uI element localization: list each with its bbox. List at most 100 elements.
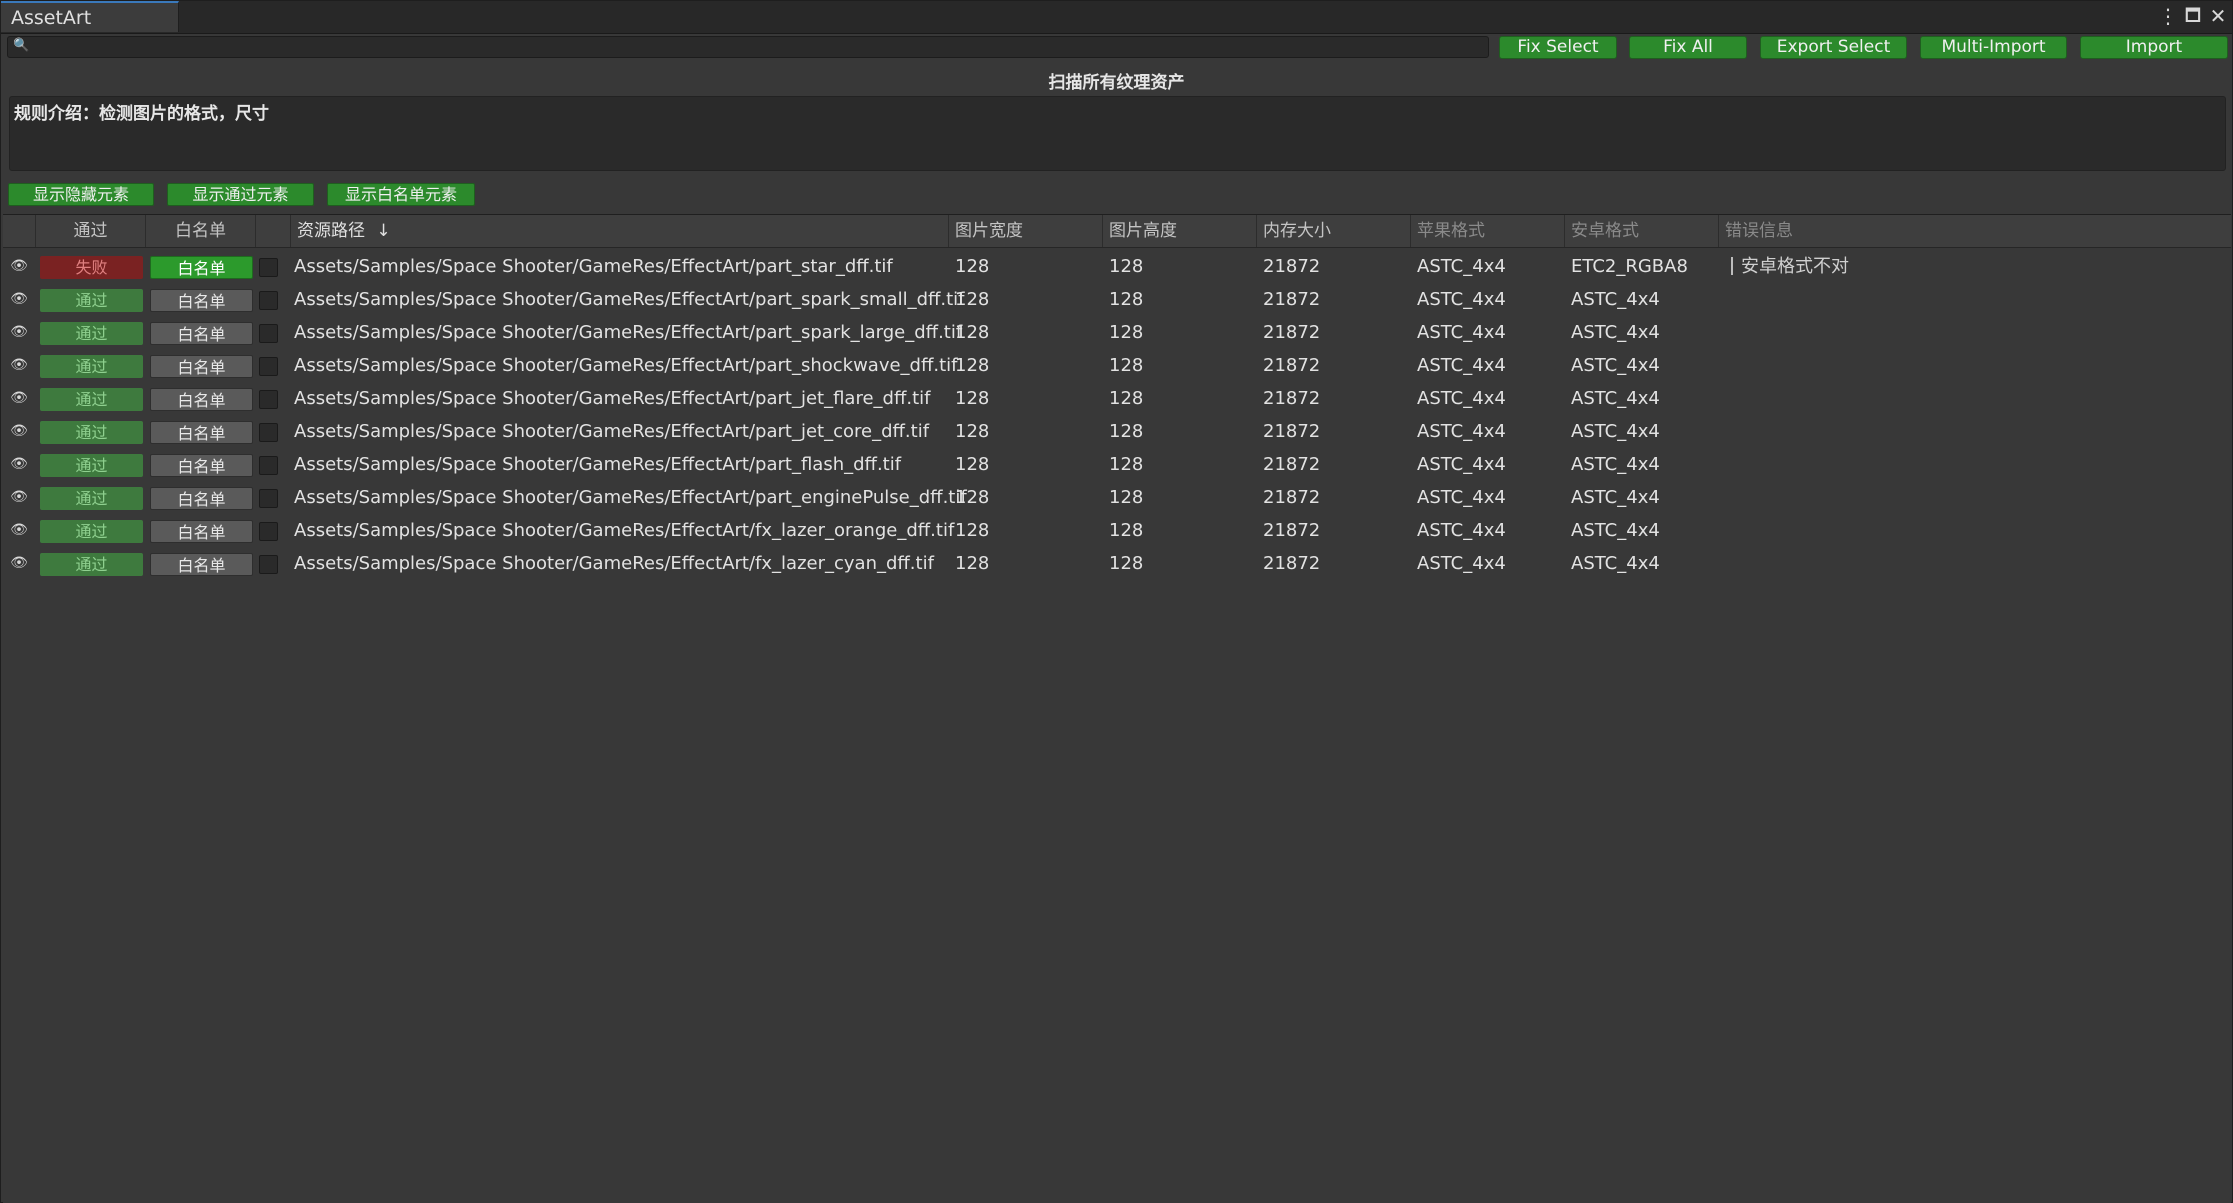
ios-format: ASTC_4x4 [1417, 256, 1506, 277]
image-width: 128 [955, 322, 990, 343]
eye-icon[interactable]: 👁 [9, 481, 29, 514]
ios-format: ASTC_4x4 [1417, 487, 1506, 508]
col-ios-format[interactable]: 苹果格式 [1411, 215, 1565, 247]
row-checkbox[interactable] [259, 456, 278, 475]
asset-table: 通过 白名单 资源路径 ↓ 图片宽度 图片高度 内存大小 苹果格式 安卓格式 错… [3, 214, 2231, 1203]
window-tab[interactable]: AssetArt Reporter [1, 1, 179, 59]
row-checkbox[interactable] [259, 522, 278, 541]
rule-description: 规则介绍：检测图片的格式，尺寸 [9, 96, 2226, 171]
image-height: 128 [1109, 256, 1144, 277]
status-badge[interactable]: 通过 [40, 520, 143, 543]
whitelist-button[interactable]: 白名单 [150, 487, 253, 510]
android-format: ASTC_4x4 [1571, 388, 1660, 409]
import-button[interactable]: Import [2080, 36, 2228, 59]
close-icon[interactable]: ✕ [2206, 1, 2230, 31]
android-format: ASTC_4x4 [1571, 355, 1660, 376]
row-checkbox[interactable] [259, 357, 278, 376]
table-row[interactable]: 👁 通过 白名单 Assets/Samples/Space Shooter/GameR… [3, 448, 2231, 481]
col-height[interactable]: 图片高度 [1103, 215, 1257, 247]
kebab-menu-icon[interactable]: ⋮ [2156, 1, 2180, 31]
search-input[interactable] [30, 37, 1480, 57]
table-row[interactable]: 👁 通过 白名单 Assets/Samples/Space Shooter/GameR… [3, 283, 2231, 316]
whitelist-button[interactable]: 白名单 [150, 256, 253, 279]
row-checkbox[interactable] [259, 555, 278, 574]
status-badge[interactable]: 通过 [40, 454, 143, 477]
asset-path: Assets/Samples/Space Shooter/GameRes/Eff… [294, 388, 931, 409]
table-row[interactable]: 👁 通过 白名单 Assets/Samples/Space Shooter/GameR… [3, 349, 2231, 382]
asset-path: Assets/Samples/Space Shooter/GameRes/Eff… [294, 355, 958, 376]
table-row[interactable]: 👁 失败 白名单 Assets/Samples/Space Shooter/GameR… [3, 250, 2231, 283]
eye-icon[interactable]: 👁 [9, 415, 29, 448]
error-text: 安卓格式不对 [1741, 256, 1849, 277]
whitelist-button[interactable]: 白名单 [150, 421, 253, 444]
ios-format: ASTC_4x4 [1417, 553, 1506, 574]
whitelist-button[interactable]: 白名单 [150, 454, 253, 477]
col-select[interactable] [256, 215, 291, 247]
fix-select-button[interactable]: Fix Select [1499, 36, 1617, 59]
status-badge[interactable]: 通过 [40, 355, 143, 378]
search-icon: 🔍 [13, 38, 30, 53]
table-row[interactable]: 👁 通过 白名单 Assets/Samples/Space Shooter/GameR… [3, 481, 2231, 514]
table-row[interactable]: 👁 通过 白名单 Assets/Samples/Space Shooter/GameR… [3, 514, 2231, 547]
status-badge[interactable]: 通过 [40, 322, 143, 345]
show-passed-button[interactable]: 显示通过元素 [167, 183, 314, 206]
multi-import-button[interactable]: Multi-Import [1920, 36, 2067, 59]
eye-icon[interactable]: 👁 [9, 448, 29, 481]
image-height: 128 [1109, 388, 1144, 409]
table-row[interactable]: 👁 通过 白名单 Assets/Samples/Space Shooter/GameR… [3, 382, 2231, 415]
col-path[interactable]: 资源路径 ↓ [291, 215, 949, 247]
eye-icon[interactable]: 👁 [9, 250, 29, 283]
row-checkbox[interactable] [259, 258, 278, 277]
asset-path: Assets/Samples/Space Shooter/GameRes/Eff… [294, 454, 902, 475]
whitelist-button[interactable]: 白名单 [150, 355, 253, 378]
memory-size: 21872 [1263, 289, 1321, 310]
android-format: ETC2_RGBA8 [1571, 256, 1688, 277]
status-badge[interactable]: 通过 [40, 421, 143, 444]
export-select-button[interactable]: Export Select [1760, 36, 1907, 59]
eye-icon[interactable]: 👁 [9, 514, 29, 547]
memory-size: 21872 [1263, 421, 1321, 442]
row-checkbox[interactable] [259, 489, 278, 508]
status-badge[interactable]: 通过 [40, 487, 143, 510]
eye-icon[interactable]: 👁 [9, 283, 29, 316]
search-field[interactable]: 🔍 [7, 36, 1489, 58]
fix-all-button[interactable]: Fix All [1629, 36, 1747, 59]
eye-icon[interactable]: 👁 [9, 316, 29, 349]
status-badge[interactable]: 通过 [40, 553, 143, 576]
image-width: 128 [955, 256, 990, 277]
row-checkbox[interactable] [259, 324, 278, 343]
row-checkbox[interactable] [259, 390, 278, 409]
maximize-icon[interactable]: 🗖 [2181, 1, 2205, 31]
image-height: 128 [1109, 487, 1144, 508]
show-whitelist-button[interactable]: 显示白名单元素 [327, 183, 475, 206]
col-status[interactable]: 通过 [36, 215, 146, 247]
row-checkbox[interactable] [259, 291, 278, 310]
asset-path: Assets/Samples/Space Shooter/GameRes/Eff… [294, 553, 934, 574]
memory-size: 21872 [1263, 256, 1321, 277]
whitelist-button[interactable]: 白名单 [150, 520, 253, 543]
col-android-format[interactable]: 安卓格式 [1565, 215, 1719, 247]
col-memory[interactable]: 内存大小 [1257, 215, 1411, 247]
whitelist-button[interactable]: 白名单 [150, 388, 253, 411]
whitelist-button[interactable]: 白名单 [150, 322, 253, 345]
whitelist-button[interactable]: 白名单 [150, 289, 253, 312]
status-badge[interactable]: 失败 [40, 256, 143, 279]
image-height: 128 [1109, 355, 1144, 376]
table-row[interactable]: 👁 通过 白名单 Assets/Samples/Space Shooter/GameR… [3, 415, 2231, 448]
whitelist-button[interactable]: 白名单 [150, 553, 253, 576]
eye-icon[interactable]: 👁 [9, 382, 29, 415]
status-badge[interactable]: 通过 [40, 289, 143, 312]
show-hidden-button[interactable]: 显示隐藏元素 [8, 183, 154, 206]
eye-icon[interactable]: 👁 [9, 349, 29, 382]
col-error[interactable]: 错误信息 [1719, 215, 2231, 247]
error-message: 安卓格式不对 [1731, 250, 1849, 283]
eye-icon[interactable]: 👁 [9, 547, 29, 580]
table-row[interactable]: 👁 通过 白名单 Assets/Samples/Space Shooter/GameR… [3, 547, 2231, 580]
status-badge[interactable]: 通过 [40, 388, 143, 411]
table-header: 通过 白名单 资源路径 ↓ 图片宽度 图片高度 内存大小 苹果格式 安卓格式 错… [3, 215, 2231, 248]
row-checkbox[interactable] [259, 423, 278, 442]
table-row[interactable]: 👁 通过 白名单 Assets/Samples/Space Shooter/GameR… [3, 316, 2231, 349]
col-visibility[interactable] [3, 215, 36, 247]
col-whitelist[interactable]: 白名单 [146, 215, 256, 247]
col-width[interactable]: 图片宽度 [949, 215, 1103, 247]
